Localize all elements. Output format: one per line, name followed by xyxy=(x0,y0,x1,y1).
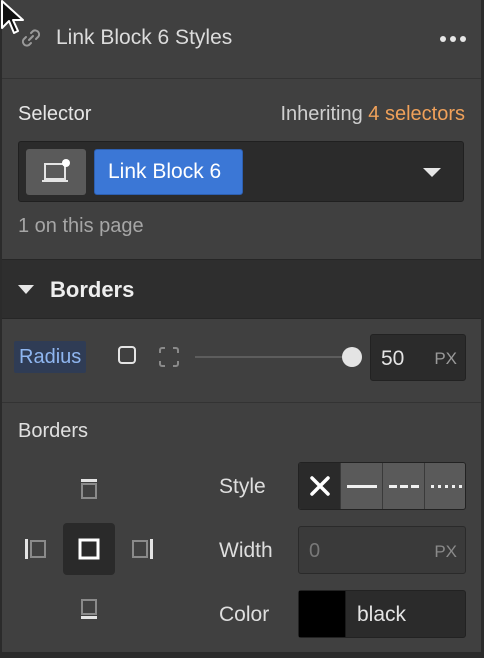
border-style-segmented[interactable] xyxy=(298,462,466,510)
element-state-icon xyxy=(42,159,70,182)
width-label: Width xyxy=(219,539,273,562)
border-left-button[interactable] xyxy=(9,523,61,575)
style-panel: Link Block 6 Styles Selector Inheriting … xyxy=(0,0,484,658)
selector-label: Selector xyxy=(18,103,92,125)
style-none-button[interactable] xyxy=(299,463,341,509)
dotted-line-icon xyxy=(431,485,462,488)
dashed-line-icon xyxy=(389,485,419,488)
radius-value: 50 xyxy=(381,347,405,370)
selector-field[interactable]: Link Block 6 xyxy=(18,141,464,202)
selector-chip[interactable]: Link Block 6 xyxy=(94,149,243,195)
style-label: Style xyxy=(219,475,266,498)
element-state-button[interactable] xyxy=(26,149,86,195)
border-right-button[interactable] xyxy=(117,523,169,575)
close-icon xyxy=(310,476,330,496)
section-title: Borders xyxy=(50,277,135,302)
divider xyxy=(2,402,481,403)
border-color-input[interactable]: black xyxy=(298,590,466,638)
radius-input[interactable]: 50 PX xyxy=(370,334,466,381)
width-placeholder: 0 xyxy=(309,540,321,562)
border-width-input[interactable]: 0 PX xyxy=(298,526,466,574)
panel-bottom-edge xyxy=(0,652,484,658)
panel-left-edge xyxy=(0,0,2,658)
more-horizontal-icon[interactable] xyxy=(440,36,468,42)
collapse-triangle-icon xyxy=(18,285,34,294)
panel-header: Link Block 6 Styles xyxy=(2,0,481,79)
color-label: Color xyxy=(219,603,270,626)
radius-individual-corners-icon[interactable] xyxy=(157,345,181,369)
radius-slider-track[interactable] xyxy=(195,356,353,358)
border-left-icon xyxy=(25,539,46,559)
solid-line-icon xyxy=(347,485,377,488)
border-right-icon xyxy=(132,539,153,559)
style-dashed-button[interactable] xyxy=(383,463,425,509)
inheriting-prefix: Inheriting xyxy=(280,103,363,125)
border-bottom-button[interactable] xyxy=(63,583,115,635)
radius-all-corners-icon[interactable] xyxy=(118,346,136,364)
color-swatch[interactable] xyxy=(299,591,346,637)
radius-unit[interactable]: PX xyxy=(434,349,457,369)
border-all-button[interactable] xyxy=(63,523,115,575)
border-all-icon xyxy=(78,538,100,560)
radius-label[interactable]: Radius xyxy=(14,341,87,373)
width-unit[interactable]: PX xyxy=(434,542,457,562)
border-top-icon xyxy=(81,479,97,499)
border-bottom-icon xyxy=(81,599,97,619)
inheriting-info[interactable]: Inheriting 4 selectors xyxy=(280,103,465,126)
panel-title: Link Block 6 Styles xyxy=(56,26,233,49)
style-dotted-button[interactable] xyxy=(425,463,465,509)
on-page-count: 1 on this page xyxy=(18,215,144,237)
mouse-cursor-icon xyxy=(1,0,24,34)
style-solid-button[interactable] xyxy=(341,463,383,509)
border-top-button[interactable] xyxy=(63,463,115,515)
borders-section-header[interactable]: Borders xyxy=(2,259,481,319)
inheriting-count[interactable]: 4 selectors xyxy=(368,103,465,125)
chevron-down-icon[interactable] xyxy=(423,168,441,177)
color-value: black xyxy=(357,603,407,626)
radius-slider-thumb[interactable] xyxy=(342,347,362,367)
borders-label: Borders xyxy=(18,420,89,442)
